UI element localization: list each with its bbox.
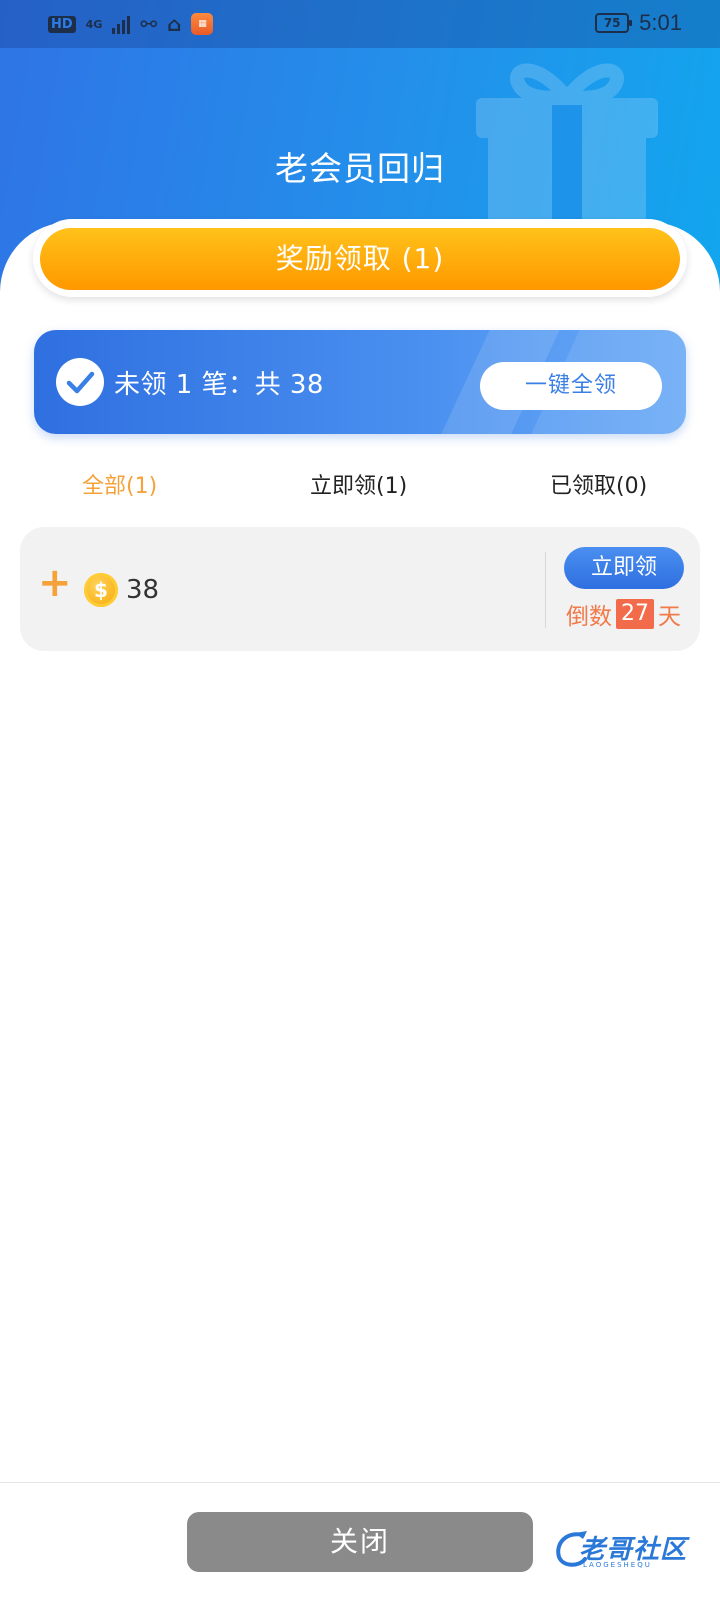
- coin-icon: $: [84, 573, 118, 607]
- reward-amount: 38: [126, 575, 160, 605]
- hd-indicator: HD: [48, 15, 76, 33]
- status-left: HD 4G ⚯ ⌂ ▦: [48, 12, 214, 36]
- countdown-suffix: 天: [658, 604, 681, 630]
- page-title: 老会员回归: [275, 149, 445, 188]
- tv-icon: ⌂: [167, 12, 182, 36]
- tab-claim-now[interactable]: 立即领(1): [310, 468, 407, 500]
- plus-sign: +: [38, 560, 72, 606]
- unclaimed-summary-text: 未领 1 笔：共 38: [114, 370, 324, 400]
- watermark-logo: 老哥社区 LAOGESHEQU: [553, 1525, 713, 1575]
- wifi-call-icon: ⚯: [140, 12, 158, 36]
- item-divider: [545, 552, 546, 628]
- countdown-days: 27: [616, 599, 654, 629]
- close-button[interactable]: 关闭: [187, 1512, 533, 1572]
- check-icon: [56, 358, 104, 406]
- reward-item: + $ 38 立即领 倒数 27 天: [20, 527, 700, 651]
- app-notification-icon: ▦: [191, 13, 214, 35]
- battery-icon: 75: [595, 13, 633, 33]
- tab-claimed[interactable]: 已领取(0): [550, 468, 647, 500]
- countdown-prefix: 倒数: [566, 604, 612, 630]
- claim-now-button[interactable]: 立即领: [564, 547, 684, 589]
- status-right: 75 5:01: [595, 10, 682, 36]
- unclaimed-summary-banner: 未领 1 笔：共 38 一键全领: [34, 330, 686, 434]
- network-type: 4G: [85, 17, 103, 31]
- claim-all-button[interactable]: 一键全领: [480, 362, 662, 410]
- tab-all[interactable]: 全部(1): [82, 468, 157, 500]
- footer-divider: [0, 1482, 720, 1483]
- signal-icon: [112, 14, 131, 34]
- reward-claim-button[interactable]: 奖励领取 (1): [40, 228, 680, 290]
- status-bar: HD 4G ⚯ ⌂ ▦ 75 5:01: [0, 0, 720, 48]
- clock: 5:01: [639, 10, 682, 35]
- countdown: 倒数 27 天: [566, 597, 681, 631]
- watermark-subtext: LAOGESHEQU: [583, 1561, 652, 1569]
